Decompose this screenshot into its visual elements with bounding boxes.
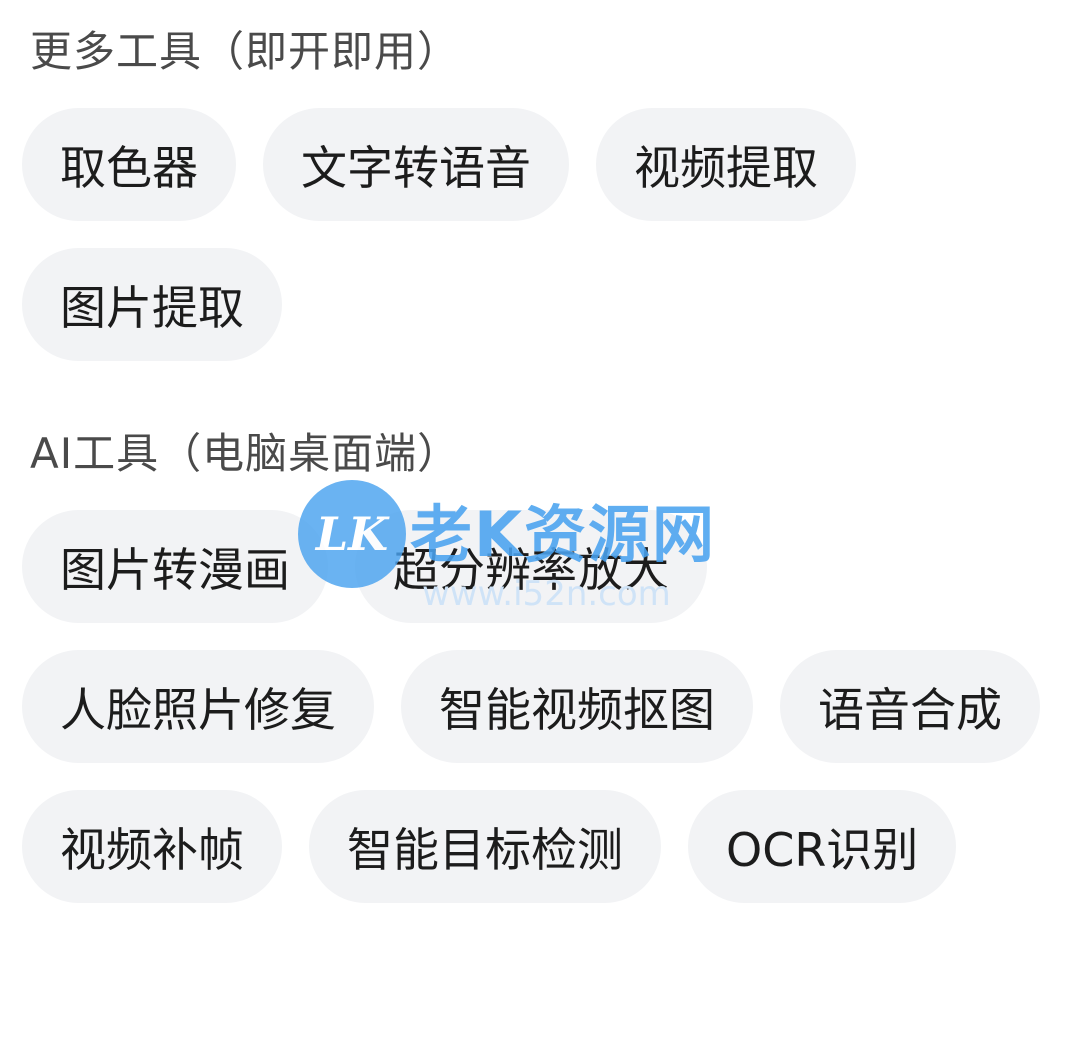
chip-object-detection[interactable]: 智能目标检测: [309, 790, 661, 903]
chip-group-more-tools: 取色器 文字转语音 视频提取 图片提取: [22, 108, 1054, 361]
chip-face-restore[interactable]: 人脸照片修复: [22, 650, 374, 763]
section-more-tools: 更多工具（即开即用） 取色器 文字转语音 视频提取 图片提取: [22, 26, 1054, 361]
section-ai-tools: AI工具（电脑桌面端） 图片转漫画 超分辨率放大 人脸照片修复 智能视频抠图 语…: [22, 428, 1054, 903]
chip-super-resolution[interactable]: 超分辨率放大: [355, 510, 707, 623]
chip-video-matting[interactable]: 智能视频抠图: [401, 650, 753, 763]
chip-image-to-comic[interactable]: 图片转漫画: [22, 510, 328, 623]
chip-color-picker[interactable]: 取色器: [22, 108, 236, 221]
chip-group-ai-tools: 图片转漫画 超分辨率放大 人脸照片修复 智能视频抠图 语音合成 视频补帧 智能目…: [22, 510, 1054, 903]
chip-frame-interpolation[interactable]: 视频补帧: [22, 790, 282, 903]
section-title-more-tools: 更多工具（即开即用）: [30, 27, 461, 76]
chip-video-extract[interactable]: 视频提取: [596, 108, 856, 221]
chip-image-extract[interactable]: 图片提取: [22, 248, 282, 361]
section-title-ai-tools: AI工具（电脑桌面端）: [30, 429, 461, 478]
chip-text-to-speech[interactable]: 文字转语音: [263, 108, 569, 221]
chip-ocr[interactable]: OCR识别: [688, 790, 957, 903]
chip-speech-synthesis[interactable]: 语音合成: [780, 650, 1040, 763]
